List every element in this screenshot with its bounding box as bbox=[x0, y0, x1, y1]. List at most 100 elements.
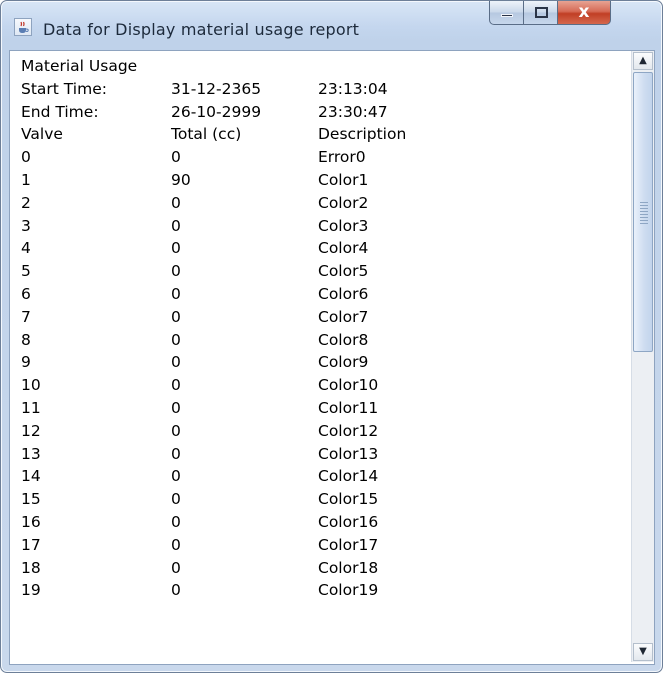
total-cell: 0 bbox=[171, 307, 181, 326]
valve-cell: 12 bbox=[21, 421, 41, 440]
total-cell: 0 bbox=[171, 262, 181, 281]
window-title: Data for Display material usage report bbox=[43, 20, 360, 39]
column-header-description: Description bbox=[318, 125, 407, 144]
table-row: 18 0 Color18 bbox=[14, 557, 624, 580]
valve-cell: 16 bbox=[21, 512, 41, 531]
valve-cell: 18 bbox=[21, 558, 41, 577]
close-icon: x bbox=[578, 2, 590, 22]
table-row: 8 0 Color8 bbox=[14, 329, 624, 352]
valve-cell: 19 bbox=[21, 581, 41, 600]
table-row: 7 0 Color7 bbox=[14, 306, 624, 329]
table-row: 6 0 Color6 bbox=[14, 283, 624, 306]
total-cell: 0 bbox=[171, 490, 181, 509]
description-cell: Color7 bbox=[318, 307, 369, 326]
start-date: 31-12-2365 bbox=[171, 79, 262, 98]
description-cell: Color5 bbox=[318, 262, 369, 281]
valve-cell: 17 bbox=[21, 535, 41, 554]
grip-icon bbox=[640, 202, 648, 224]
valve-cell: 1 bbox=[21, 170, 31, 189]
report-window: Data for Display material usage report x… bbox=[0, 0, 663, 673]
description-cell: Error0 bbox=[318, 148, 366, 167]
total-cell: 0 bbox=[171, 421, 181, 440]
description-cell: Color19 bbox=[318, 581, 379, 600]
start-time-row: Start Time: 31-12-2365 23:13:04 bbox=[14, 78, 624, 101]
description-cell: Color9 bbox=[318, 353, 369, 372]
report-heading-row: Material Usage bbox=[14, 55, 624, 78]
maximize-button[interactable] bbox=[523, 1, 558, 25]
arrow-down-icon: ▼ bbox=[639, 646, 647, 657]
valve-cell: 6 bbox=[21, 284, 31, 303]
valve-cell: 8 bbox=[21, 330, 31, 349]
column-header-row: Valve Total (cc) Description bbox=[14, 123, 624, 146]
table-row: 19 0 Color19 bbox=[14, 579, 624, 602]
total-cell: 90 bbox=[171, 170, 191, 189]
scroll-down-button[interactable]: ▼ bbox=[633, 643, 653, 661]
description-cell: Color6 bbox=[318, 284, 369, 303]
report-text-area[interactable]: Material Usage Start Time: 31-12-2365 23… bbox=[9, 50, 655, 665]
column-header-total: Total (cc) bbox=[171, 125, 242, 144]
table-row: 13 0 Color13 bbox=[14, 443, 624, 466]
total-cell: 0 bbox=[171, 216, 181, 235]
description-cell: Color4 bbox=[318, 239, 369, 258]
valve-cell: 15 bbox=[21, 490, 41, 509]
description-cell: Color11 bbox=[318, 398, 379, 417]
total-cell: 0 bbox=[171, 535, 181, 554]
table-row: 16 0 Color16 bbox=[14, 511, 624, 534]
table-row: 10 0 Color10 bbox=[14, 374, 624, 397]
minimize-icon bbox=[501, 14, 513, 17]
total-cell: 0 bbox=[171, 284, 181, 303]
minimize-button[interactable] bbox=[489, 1, 524, 25]
vertical-scrollbar[interactable]: ▲ ▼ bbox=[631, 51, 654, 662]
close-button[interactable]: x bbox=[557, 1, 611, 25]
description-cell: Color8 bbox=[318, 330, 369, 349]
valve-cell: 11 bbox=[21, 398, 41, 417]
maximize-icon bbox=[535, 7, 548, 18]
end-time: 23:30:47 bbox=[318, 102, 388, 121]
total-cell: 0 bbox=[171, 148, 181, 167]
start-time: 23:13:04 bbox=[318, 79, 388, 98]
table-row: 17 0 Color17 bbox=[14, 534, 624, 557]
java-cup-icon bbox=[14, 18, 32, 36]
table-row: 15 0 Color15 bbox=[14, 488, 624, 511]
total-cell: 0 bbox=[171, 467, 181, 486]
valve-cell: 0 bbox=[21, 148, 31, 167]
description-cell: Color15 bbox=[318, 490, 379, 509]
scroll-up-button[interactable]: ▲ bbox=[633, 52, 653, 70]
valve-cell: 13 bbox=[21, 444, 41, 463]
scroll-thumb[interactable] bbox=[633, 72, 653, 352]
total-cell: 0 bbox=[171, 398, 181, 417]
arrow-up-icon: ▲ bbox=[639, 55, 647, 66]
valve-cell: 2 bbox=[21, 193, 31, 212]
table-row: 11 0 Color11 bbox=[14, 397, 624, 420]
description-cell: Color14 bbox=[318, 467, 379, 486]
total-cell: 0 bbox=[171, 239, 181, 258]
total-cell: 0 bbox=[171, 581, 181, 600]
description-cell: Color13 bbox=[318, 444, 379, 463]
description-cell: Color1 bbox=[318, 170, 369, 189]
description-cell: Color16 bbox=[318, 512, 379, 531]
end-time-label: End Time: bbox=[21, 102, 99, 121]
table-row: 12 0 Color12 bbox=[14, 420, 624, 443]
total-cell: 0 bbox=[171, 512, 181, 531]
total-cell: 0 bbox=[171, 558, 181, 577]
end-date: 26-10-2999 bbox=[171, 102, 262, 121]
table-row: 1 90 Color1 bbox=[14, 169, 624, 192]
table-row: 2 0 Color2 bbox=[14, 192, 624, 215]
description-cell: Color17 bbox=[318, 535, 379, 554]
valve-cell: 5 bbox=[21, 262, 31, 281]
description-cell: Color18 bbox=[318, 558, 379, 577]
valve-cell: 10 bbox=[21, 376, 41, 395]
total-cell: 0 bbox=[171, 353, 181, 372]
description-cell: Color12 bbox=[318, 421, 379, 440]
report-content[interactable]: Material Usage Start Time: 31-12-2365 23… bbox=[14, 55, 624, 661]
table-row: 3 0 Color3 bbox=[14, 215, 624, 238]
table-row: 14 0 Color14 bbox=[14, 465, 624, 488]
valve-cell: 14 bbox=[21, 467, 41, 486]
description-cell: Color2 bbox=[318, 193, 369, 212]
report-heading: Material Usage bbox=[21, 57, 138, 75]
title-bar[interactable]: Data for Display material usage report x bbox=[1, 1, 662, 49]
table-row: 4 0 Color4 bbox=[14, 237, 624, 260]
description-cell: Color10 bbox=[318, 376, 379, 395]
total-cell: 0 bbox=[171, 193, 181, 212]
end-time-row: End Time: 26-10-2999 23:30:47 bbox=[14, 101, 624, 124]
